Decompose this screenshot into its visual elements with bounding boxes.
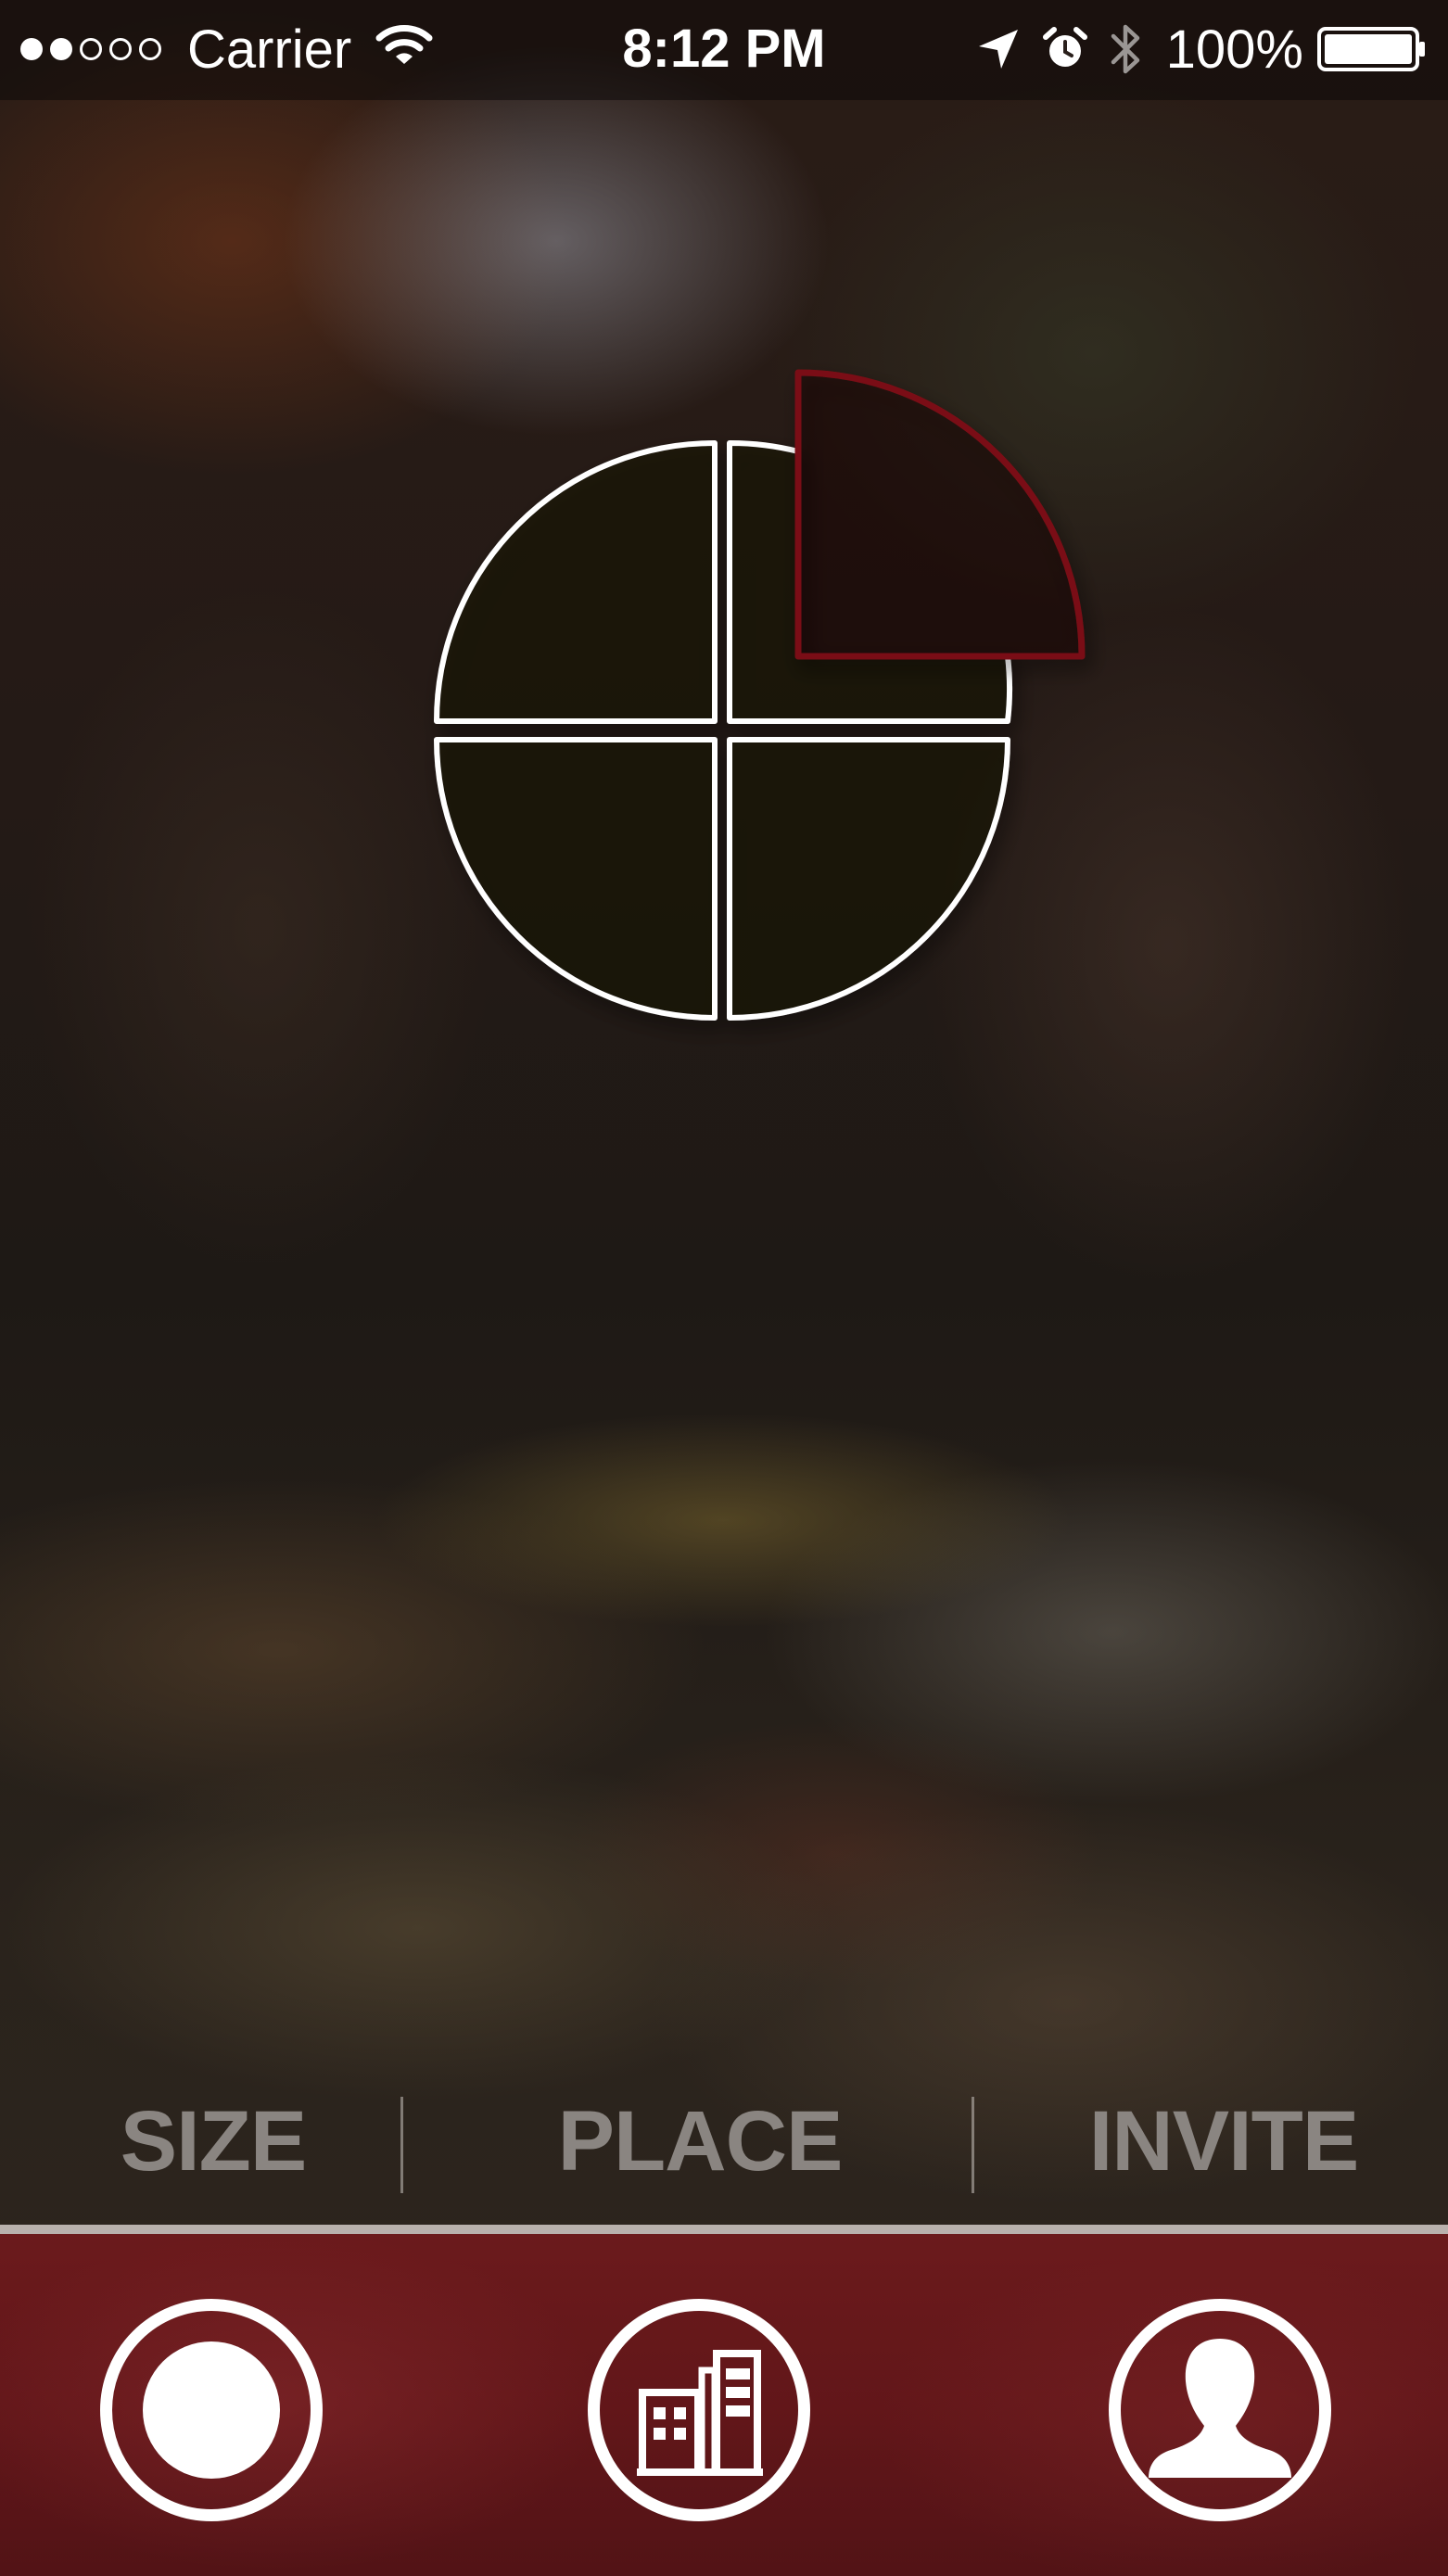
place-tab-button[interactable] bbox=[588, 2299, 810, 2521]
status-bar: Carrier 8:12 PM 100% bbox=[0, 0, 1448, 100]
bluetooth-icon bbox=[1109, 21, 1142, 77]
step-label-place: PLACE bbox=[557, 2094, 844, 2189]
pie-quarters-logo bbox=[408, 352, 1112, 1057]
step-divider bbox=[972, 2097, 974, 2193]
buildings-icon bbox=[637, 2350, 763, 2476]
app-screen: Carrier 8:12 PM 100% SIZE PLACE INVITE bbox=[0, 0, 1448, 2576]
status-bar-right: 100% bbox=[955, 17, 1428, 82]
size-circle-icon bbox=[143, 2341, 280, 2479]
pie-quarter-bottom-left bbox=[434, 737, 718, 1021]
pie-quarter-bottom-right bbox=[727, 737, 1010, 1021]
person-icon bbox=[1149, 2339, 1291, 2478]
battery-percentage: 100% bbox=[1165, 19, 1303, 80]
alarm-clock-icon bbox=[1042, 26, 1088, 72]
invite-tab-button[interactable] bbox=[1109, 2299, 1331, 2521]
battery-icon bbox=[1316, 26, 1428, 72]
location-arrow-icon bbox=[975, 26, 1022, 72]
step-divider bbox=[400, 2097, 403, 2193]
pie-lifted-slice bbox=[794, 369, 1086, 660]
step-label-size: SIZE bbox=[120, 2094, 307, 2189]
pie-quarter-top-left bbox=[434, 440, 718, 724]
step-labels: SIZE PLACE INVITE bbox=[0, 2086, 1448, 2197]
size-tab-button[interactable] bbox=[100, 2299, 323, 2521]
step-label-invite: INVITE bbox=[1088, 2094, 1359, 2189]
bottom-tab-bar bbox=[0, 2225, 1448, 2576]
